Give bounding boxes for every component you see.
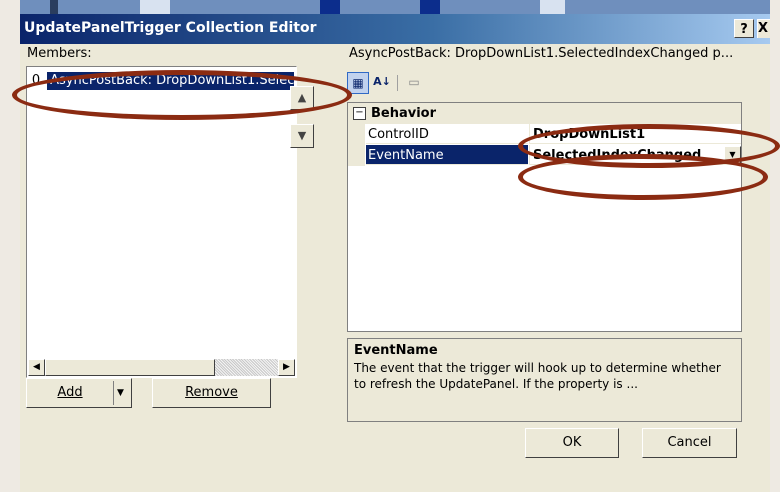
arrow-down-icon: ▼ — [297, 129, 307, 142]
property-value-text: SelectedIndexChanged — [533, 148, 702, 163]
remove-button[interactable]: Remove — [152, 378, 271, 408]
cancel-button[interactable]: Cancel — [642, 428, 737, 458]
scroll-thumb[interactable] — [45, 359, 215, 376]
scroll-right-icon[interactable]: ▶ — [278, 359, 295, 376]
description-text: The event that the trigger will hook up … — [354, 361, 721, 391]
ok-button[interactable]: OK — [525, 428, 619, 458]
property-name: EventName — [366, 145, 528, 165]
property-name: ControlID — [366, 124, 528, 144]
horizontal-scrollbar[interactable]: ◀ ▶ — [28, 359, 295, 376]
scroll-track[interactable] — [215, 359, 278, 376]
chevron-down-icon[interactable]: ▼ — [117, 379, 124, 407]
categorized-icon[interactable]: ▦ — [347, 72, 369, 94]
row-gutter — [348, 124, 365, 145]
property-grid-toolbar: ▦ A↓ ▭ — [347, 70, 740, 96]
close-button[interactable]: X — [757, 19, 770, 38]
dropdown-arrow-icon[interactable]: ▼ — [724, 146, 741, 164]
category-row[interactable]: − Behavior — [348, 103, 741, 124]
properties-caption: AsyncPostBack: DropDownList1.SelectedInd… — [349, 46, 734, 61]
toolbar-separator — [397, 75, 398, 91]
member-label: AsyncPostBack: DropDownList1.SelectedInd… — [47, 72, 294, 90]
property-grid[interactable]: − Behavior ControlID DropDownList1 EventN… — [347, 102, 742, 332]
description-panel: EventName The event that the trigger wil… — [347, 338, 742, 422]
background-window-strip — [20, 0, 780, 14]
add-button-label: Add — [57, 385, 83, 400]
collapse-icon[interactable]: − — [353, 107, 366, 120]
description-title: EventName — [354, 343, 438, 358]
title-bar: UpdatePanelTrigger Collection Editor ? X — [20, 14, 770, 44]
list-item[interactable]: 0 AsyncPostBack: DropDownList1.SelectedI… — [29, 72, 294, 90]
remove-button-label: Remove — [185, 385, 238, 400]
property-value[interactable]: DropDownList1 — [529, 124, 741, 144]
dialog-title: UpdatePanelTrigger Collection Editor — [24, 20, 317, 36]
scroll-left-icon[interactable]: ◀ — [28, 359, 45, 376]
help-button[interactable]: ? — [734, 19, 754, 38]
split-divider — [113, 381, 114, 405]
property-value-dropdown[interactable]: SelectedIndexChanged ▼ — [529, 145, 741, 165]
category-label: Behavior — [371, 106, 437, 121]
member-index: 0 — [31, 73, 41, 88]
members-label: Members: — [27, 46, 92, 61]
add-button[interactable]: Add ▼ — [26, 378, 132, 408]
alphabetical-icon[interactable]: A↓ — [371, 72, 393, 94]
move-up-button[interactable]: ▲ — [290, 86, 314, 110]
row-gutter — [348, 145, 365, 166]
members-list[interactable]: 0 AsyncPostBack: DropDownList1.SelectedI… — [26, 66, 297, 378]
move-down-button[interactable]: ▼ — [290, 124, 314, 148]
property-row-eventname[interactable]: EventName SelectedIndexChanged ▼ — [348, 145, 741, 166]
outer-background-left — [0, 0, 20, 492]
arrow-up-icon: ▲ — [297, 91, 307, 104]
property-row-controlid[interactable]: ControlID DropDownList1 — [348, 124, 741, 145]
property-pages-icon[interactable]: ▭ — [403, 72, 425, 94]
outer-background-right — [770, 0, 780, 492]
